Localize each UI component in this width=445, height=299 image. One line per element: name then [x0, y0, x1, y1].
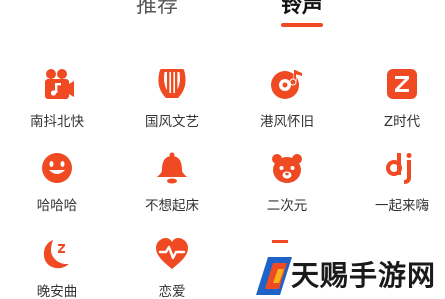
category-hahaha[interactable]: 哈哈哈 [7, 150, 107, 218]
category-z-shidai[interactable]: Z时代 [352, 66, 445, 134]
dj-icon [384, 150, 420, 186]
smiley-face-icon [39, 150, 75, 186]
category-buxiang-qichuang[interactable]: 不想起床 [122, 150, 222, 218]
tab-recommend[interactable]: 推荐 [136, 0, 178, 19]
category-label: 不想起床 [145, 198, 199, 214]
z-badge-icon [384, 66, 420, 102]
ringtone-page: 推荐 铃声 南抖北快 国风文艺 港风怀旧 Z时代 哈哈哈 不想起床 二次元 一起… [0, 0, 445, 299]
category-label: 南抖北快 [30, 114, 84, 130]
active-tab-indicator [281, 23, 323, 27]
category-label: 港风怀旧 [260, 114, 314, 130]
category-label: 哈哈哈 [36, 198, 78, 214]
category-guofeng-wenyi[interactable]: 国风文艺 [122, 66, 222, 134]
category-label: 恋爱 [158, 284, 186, 299]
bell-icon [154, 150, 190, 186]
category-label: 一起来嗨 [375, 198, 429, 214]
category-label: 晚安曲 [36, 284, 78, 299]
category-yiqi-laihai[interactable]: 一起来嗨 [352, 150, 445, 218]
category-label: Z时代 [383, 114, 421, 130]
tab-ringtone[interactable]: 铃声 [281, 0, 323, 19]
category-lianai[interactable]: 恋爱 [122, 236, 222, 299]
lyre-icon [154, 66, 190, 102]
bear-face-icon [269, 150, 305, 186]
category-label: 国风文艺 [145, 114, 199, 130]
heartbeat-icon [154, 236, 190, 272]
category-gangfeng-huaijiu[interactable]: 港风怀旧 [237, 66, 337, 134]
category-wananqu[interactable]: 晚安曲 [7, 236, 107, 299]
category-erciyuan[interactable]: 二次元 [237, 150, 337, 218]
vinyl-record-icon [269, 66, 305, 102]
moon-sleep-icon [39, 236, 75, 272]
category-nandou-beikuai[interactable]: 南抖北快 [7, 66, 107, 134]
category-label: 二次元 [266, 198, 308, 214]
camera-music-icon [39, 66, 75, 102]
watermark-text: 天赐手游网 [291, 259, 437, 292]
watermark-logo-icon [256, 257, 292, 295]
site-watermark: 天赐手游网 [252, 252, 445, 299]
